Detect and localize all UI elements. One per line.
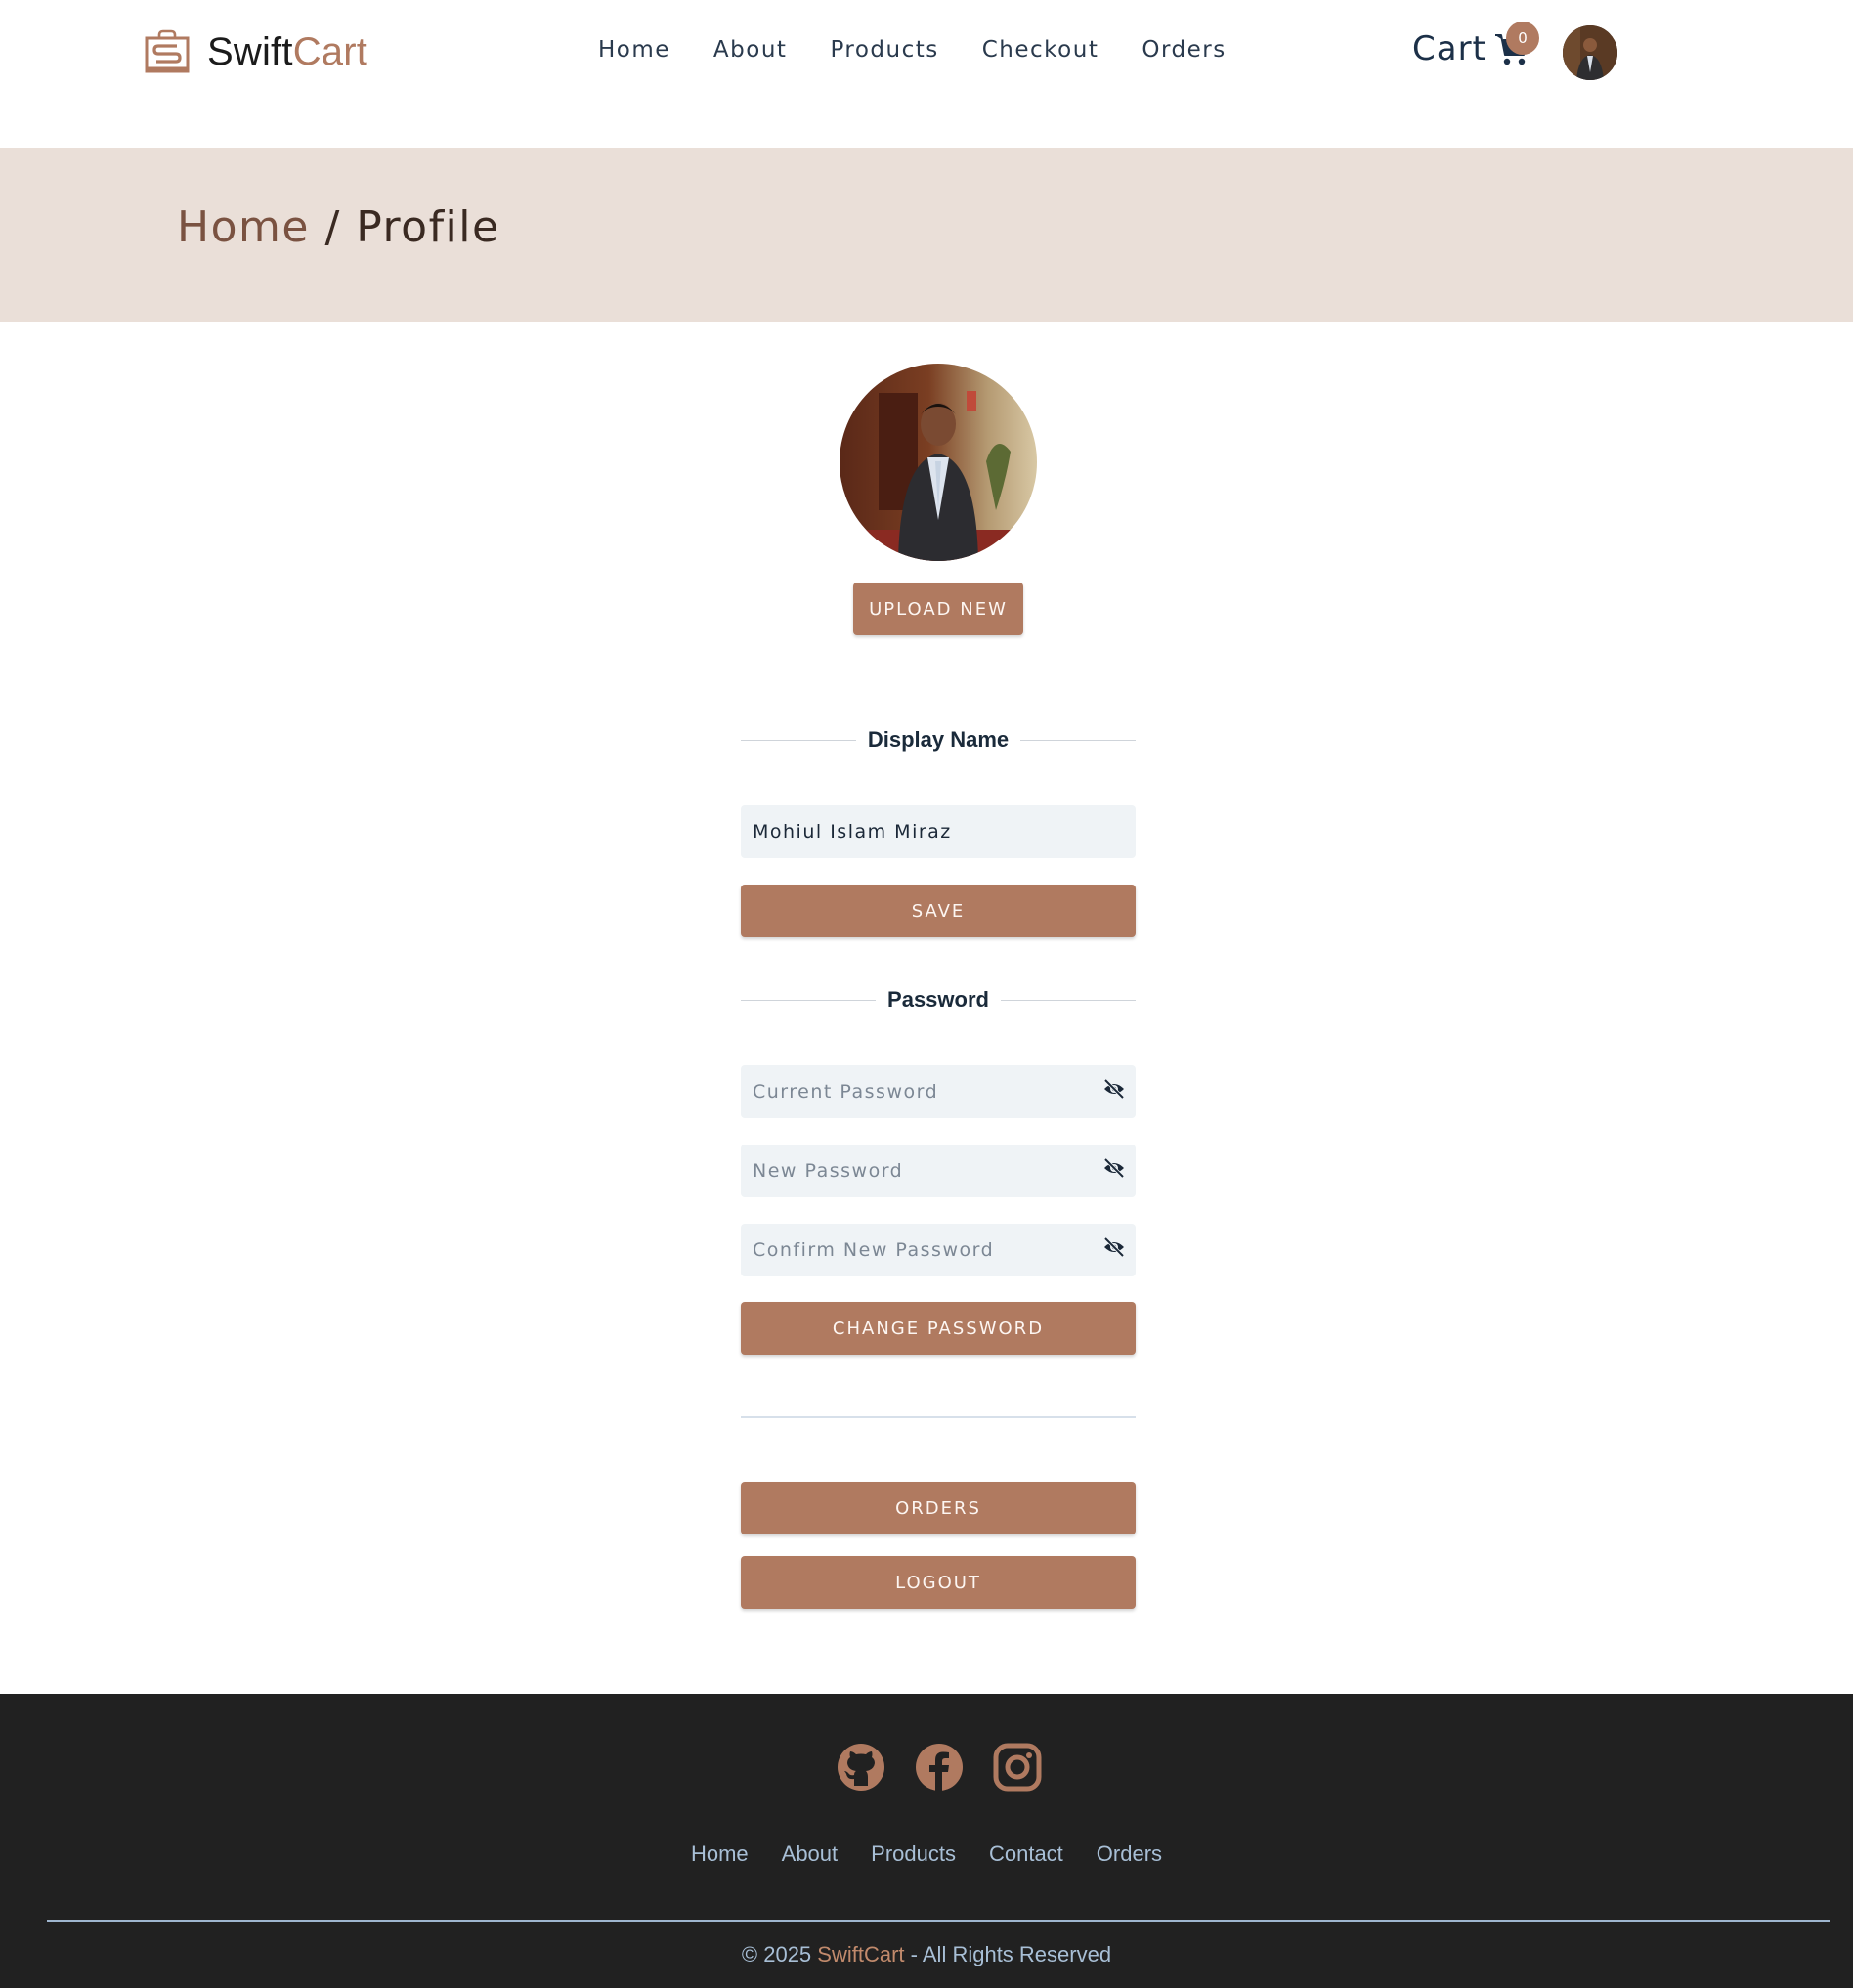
profile-image <box>840 364 1037 561</box>
instagram-icon[interactable] <box>993 1743 1042 1792</box>
nav-about[interactable]: About <box>713 37 788 63</box>
save-button[interactable]: SAVE <box>741 885 1136 937</box>
section-divider <box>741 1416 1136 1418</box>
site-header: SwiftCart Home About Products Checkout O… <box>0 0 1853 148</box>
footer-divider <box>47 1920 1830 1922</box>
nav-checkout[interactable]: Checkout <box>982 37 1099 63</box>
facebook-icon[interactable] <box>915 1743 964 1792</box>
copyright-brand: SwiftCart <box>817 1942 905 1966</box>
breadcrumb-current: Profile <box>356 202 500 252</box>
breadcrumb-home[interactable]: Home <box>177 202 310 252</box>
breadcrumb-banner: Home / Profile <box>0 148 1853 322</box>
divider-line <box>741 739 856 741</box>
new-password-field[interactable] <box>741 1145 1136 1197</box>
upload-new-button[interactable]: UPLOAD NEW <box>853 583 1023 635</box>
cart-label: Cart <box>1412 29 1487 68</box>
footer-link-contact[interactable]: Contact <box>989 1841 1063 1867</box>
confirm-password-field[interactable] <box>741 1224 1136 1276</box>
breadcrumb-separator: / <box>324 202 341 252</box>
footer-link-orders[interactable]: Orders <box>1097 1841 1162 1867</box>
social-links <box>837 1743 1042 1792</box>
divider-line <box>741 999 877 1001</box>
cart-count-badge: 0 <box>1506 22 1539 55</box>
nav-home[interactable]: Home <box>598 37 670 63</box>
eye-slash-icon[interactable] <box>1102 1077 1126 1101</box>
divider-line <box>1020 739 1137 741</box>
footer-nav: Home About Products Contact Orders <box>0 1841 1853 1867</box>
current-password-field[interactable] <box>741 1065 1136 1118</box>
confirm-password-input[interactable] <box>741 1224 1136 1276</box>
orders-button[interactable]: ORDERS <box>741 1482 1136 1534</box>
shopping-bag-icon <box>145 29 190 73</box>
footer-link-home[interactable]: Home <box>691 1841 749 1867</box>
display-name-field[interactable] <box>741 805 1136 858</box>
avatar-image <box>1563 25 1617 80</box>
profile-photo <box>840 364 1037 561</box>
github-icon[interactable] <box>837 1743 885 1792</box>
eye-slash-icon[interactable] <box>1102 1235 1126 1259</box>
cart-button[interactable]: Cart 0 <box>1412 22 1539 68</box>
breadcrumb: Home / Profile <box>177 202 500 252</box>
new-password-input[interactable] <box>741 1145 1136 1197</box>
current-password-input[interactable] <box>741 1065 1136 1118</box>
change-password-button[interactable]: CHANGE PASSWORD <box>741 1302 1136 1355</box>
display-name-heading: Display Name <box>741 727 1137 753</box>
logout-button[interactable]: LOGOUT <box>741 1556 1136 1609</box>
footer-link-about[interactable]: About <box>782 1841 839 1867</box>
display-name-title: Display Name <box>867 727 1010 752</box>
divider-line <box>1000 999 1136 1001</box>
user-avatar[interactable] <box>1563 25 1617 80</box>
eye-slash-icon[interactable] <box>1102 1156 1126 1180</box>
main-nav: Home About Products Checkout Orders <box>598 37 1227 63</box>
brand-name: SwiftCart <box>207 29 368 73</box>
copyright-text: © 2025 SwiftCart - All Rights Reserved <box>741 1942 1112 1966</box>
site-footer: Home About Products Contact Orders © 202… <box>0 1694 1853 1988</box>
password-heading: Password <box>741 987 1136 1013</box>
password-title: Password <box>887 987 989 1012</box>
display-name-input[interactable] <box>741 805 1136 858</box>
footer-link-products[interactable]: Products <box>871 1841 956 1867</box>
nav-orders[interactable]: Orders <box>1142 37 1226 63</box>
nav-products[interactable]: Products <box>830 37 938 63</box>
brand-logo[interactable]: SwiftCart <box>145 29 367 74</box>
